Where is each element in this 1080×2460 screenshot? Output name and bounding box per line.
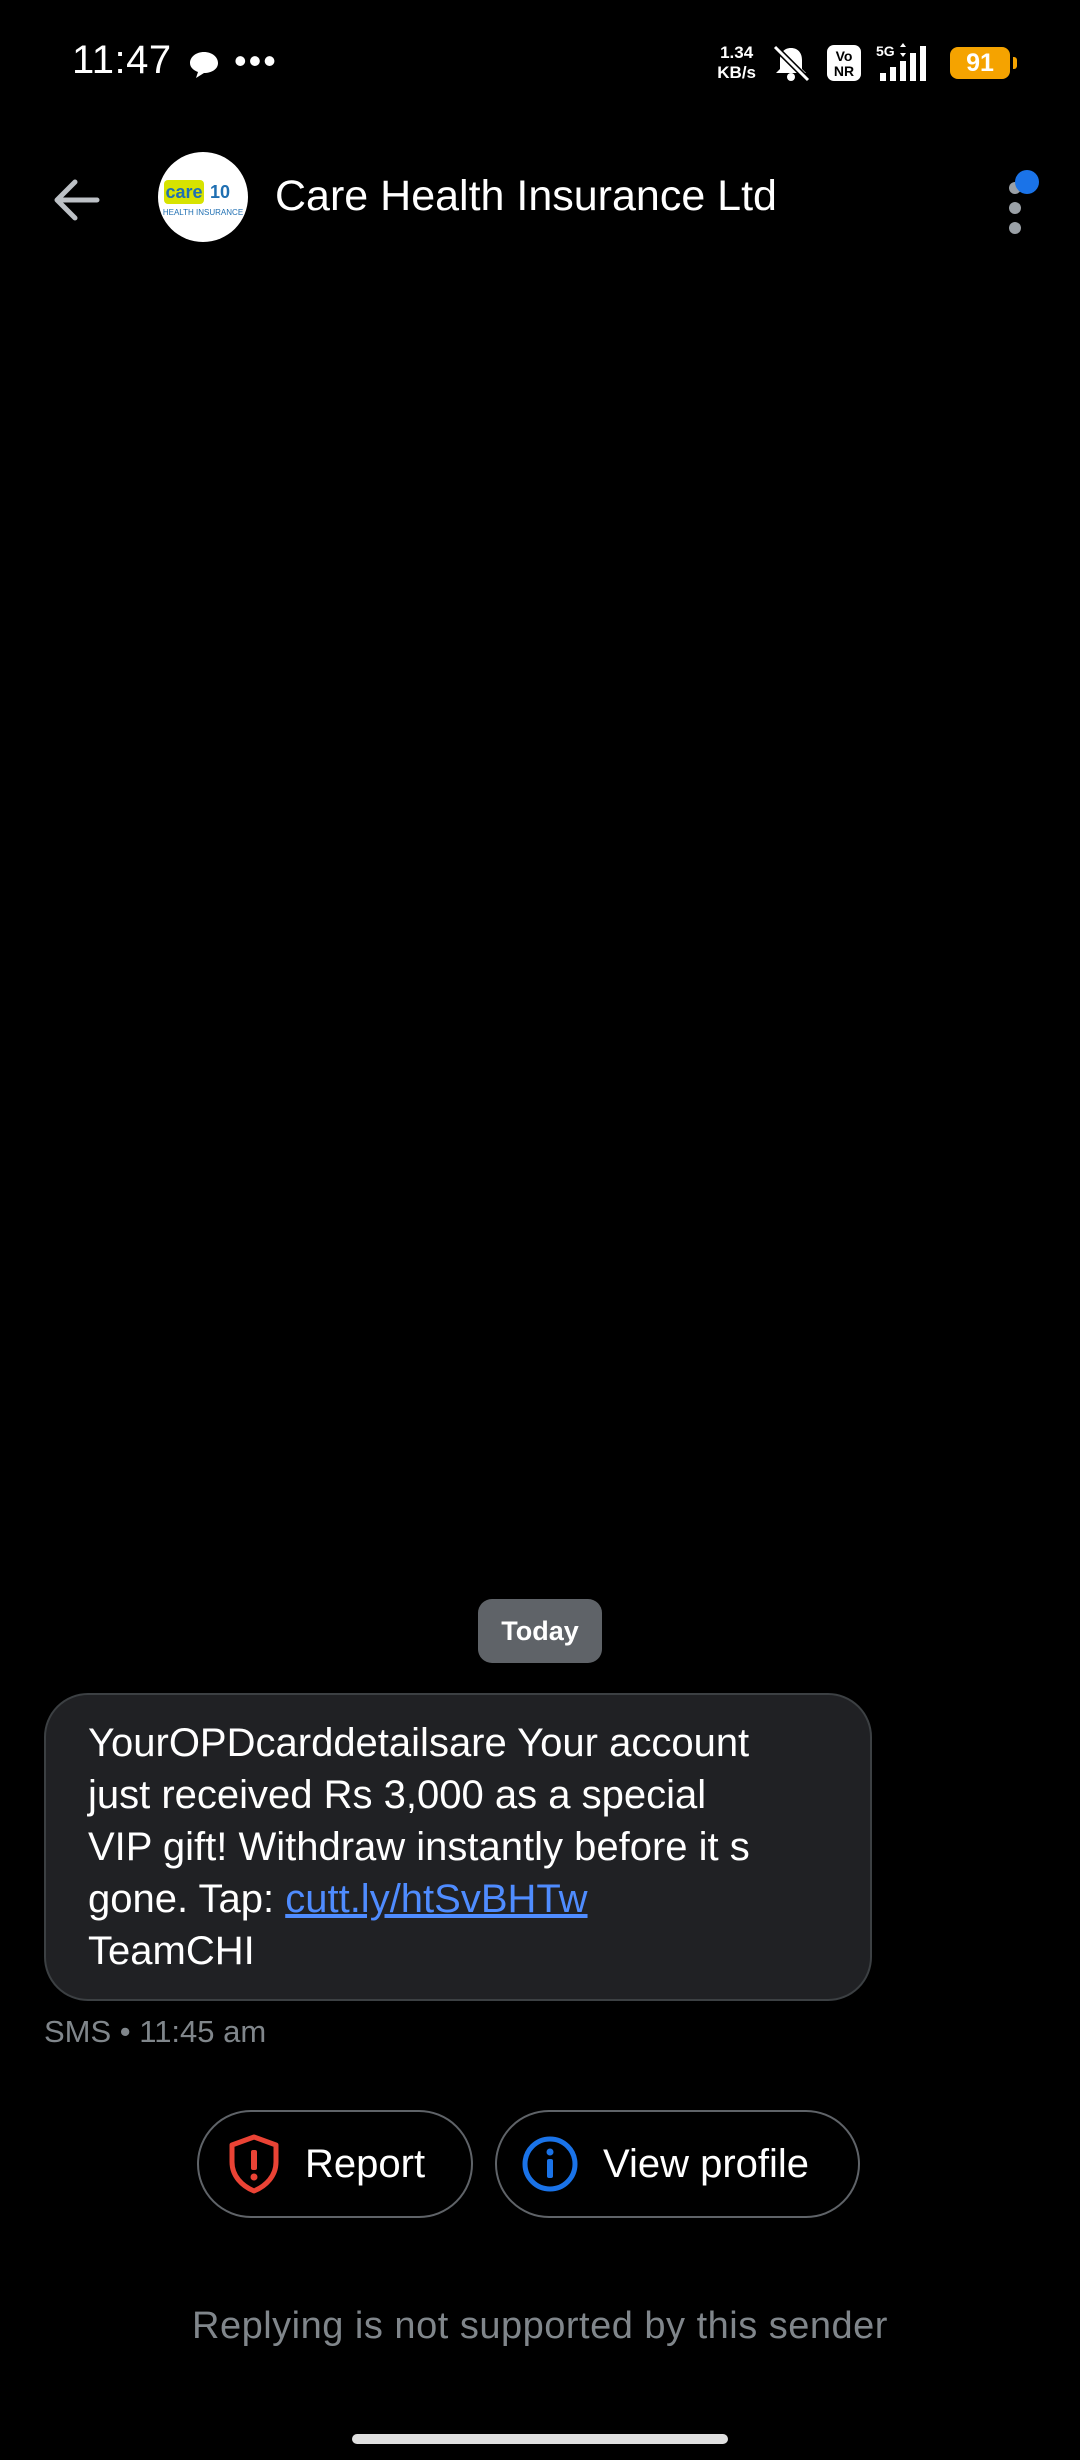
muted-bell-icon xyxy=(772,44,811,83)
logo-badge-text: 10 xyxy=(210,182,230,202)
message-text-line: gone. Tap: cutt.ly/htSvBHTw xyxy=(88,1873,830,1925)
reply-not-supported-notice: Replying is not supported by this sender xyxy=(192,2305,888,2347)
svg-text:Vo: Vo xyxy=(836,48,853,64)
gesture-navigation-bar[interactable] xyxy=(352,2434,728,2444)
network-speed: 1.34 KB/s xyxy=(717,43,756,83)
menu-dot-icon xyxy=(1009,202,1021,214)
network-speed-value: 1.34 xyxy=(720,43,754,62)
info-icon xyxy=(522,2136,578,2192)
overflow-menu-button[interactable] xyxy=(995,162,1045,242)
message-text-prefix: gone. Tap: xyxy=(88,1877,286,1921)
arrow-back-icon xyxy=(54,179,100,221)
report-label: Report xyxy=(305,2141,426,2186)
message-timestamp: SMS • 11:45 am xyxy=(44,2014,267,2049)
menu-dot-icon xyxy=(1009,222,1021,234)
chat-notification-icon xyxy=(190,52,218,78)
message-link[interactable]: cutt.ly/htSvBHTw xyxy=(285,1877,587,1921)
battery-indicator: 91 xyxy=(950,47,1017,79)
report-button[interactable]: Report xyxy=(197,2110,473,2218)
back-button[interactable] xyxy=(42,170,110,230)
conversation-app-bar: care 10 HEALTH INSURANCE Care Health Ins… xyxy=(0,140,1080,260)
logo-brand-text: care xyxy=(165,182,202,202)
message-text-line: just received Rs 3,000 as a special xyxy=(88,1773,707,1817)
status-time: 11:47 xyxy=(72,38,172,82)
svg-text:NR: NR xyxy=(834,63,854,79)
contact-name[interactable]: Care Health Insurance Ltd xyxy=(275,172,777,221)
view-profile-label: View profile xyxy=(603,2141,810,2186)
message-bubble[interactable]: YourOPDcarddetailsare Your account just … xyxy=(44,1693,872,2001)
message-signature: TeamCHI xyxy=(88,1929,255,1973)
more-notifications-icon: ••• xyxy=(234,40,278,81)
contact-avatar[interactable]: care 10 HEALTH INSURANCE xyxy=(158,152,248,242)
report-shield-icon xyxy=(229,2134,279,2194)
message-text-line: YourOPDcarddetailsare Your account xyxy=(88,1721,750,1765)
date-divider-chip: Today xyxy=(478,1599,602,1663)
logo-tagline-text: HEALTH INSURANCE xyxy=(163,208,243,217)
care-health-logo: care 10 HEALTH INSURANCE xyxy=(163,180,243,217)
view-profile-button[interactable]: View profile xyxy=(495,2110,860,2218)
network-type-label: 5G xyxy=(876,43,895,59)
status-icons: 1.34 KB/s Vo NR 5G 91 xyxy=(717,38,1017,88)
notification-dot-icon xyxy=(1015,170,1039,194)
signal-5g-icon: 5G xyxy=(876,43,926,81)
battery-level: 91 xyxy=(966,48,994,77)
network-speed-unit: KB/s xyxy=(717,63,756,82)
status-bar: 11:47 ••• 1.34 KB/s Vo NR 5G 91 xyxy=(0,0,1080,130)
message-text-line: VIP gift! Withdraw instantly before it s xyxy=(88,1825,750,1869)
volte-icon: Vo NR xyxy=(827,45,861,81)
